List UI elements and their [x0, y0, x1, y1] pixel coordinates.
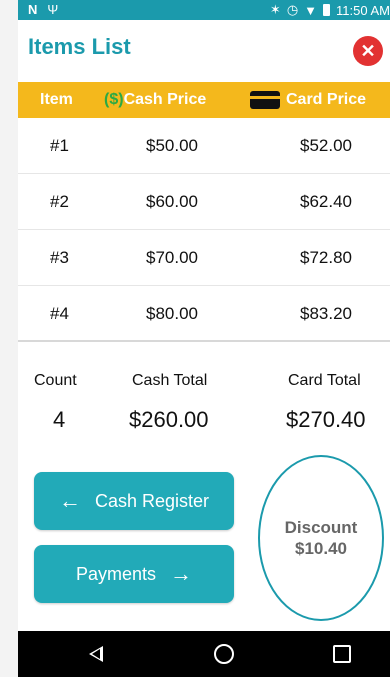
row-card-price: $72.80 — [300, 248, 352, 267]
cash-total-label: Cash Total — [132, 372, 208, 389]
wifi-icon: ▼ — [304, 2, 318, 18]
status-bar: N Ψ ✶ ◷ ▼ 11:50 AM — [18, 0, 390, 20]
count-label: Count — [34, 372, 77, 389]
usb-icon: Ψ — [47, 2, 59, 17]
close-button[interactable]: ✕ — [353, 36, 383, 66]
row-cash-price: $70.00 — [146, 248, 198, 267]
row-cash-price: $50.00 — [146, 136, 198, 155]
row-item: #2 — [50, 192, 69, 211]
arrow-left-icon: ← — [58, 488, 81, 513]
divider — [18, 340, 390, 342]
card-total-label: Card Total — [288, 372, 361, 389]
header-item: Item — [40, 91, 73, 108]
n-icon: N — [28, 2, 38, 17]
cash-total-value: $260.00 — [129, 407, 209, 432]
recents-icon — [333, 645, 351, 663]
table-row[interactable]: #2 $60.00 $62.40 — [18, 174, 390, 230]
alarm-icon: ◷ — [286, 2, 299, 17]
back-icon — [89, 646, 103, 662]
table-row[interactable]: #1 $50.00 $52.00 — [18, 118, 390, 174]
count-value: 4 — [53, 407, 66, 432]
discount-amount: $10.40 — [295, 539, 347, 558]
payments-label: Payments — [75, 563, 157, 584]
discount-label: Discount — [284, 518, 358, 537]
battery-icon — [323, 4, 331, 16]
table-row[interactable]: #3 $70.00 $72.80 — [18, 230, 390, 286]
header-cash-price: ($)Cash Price — [104, 91, 206, 109]
cash-register-label: Cash Register — [94, 490, 210, 511]
row-item: #4 — [50, 304, 69, 323]
bluetooth-icon: ✶ — [269, 2, 281, 17]
table-header: Item ($)Cash Price Card Price — [18, 82, 390, 118]
status-right-icons: ✶ ◷ ▼ 11:50 AM — [270, 2, 390, 18]
app-screen: N Ψ ✶ ◷ ▼ 11:50 AM Items List ✕ Item ($)… — [18, 0, 390, 677]
row-cash-price: $60.00 — [146, 192, 198, 211]
home-button[interactable] — [204, 639, 244, 669]
credit-card-icon — [250, 91, 280, 109]
page-title: Items List — [28, 34, 131, 59]
arrow-right-icon: → — [170, 561, 193, 586]
payments-button[interactable]: Payments → — [34, 545, 234, 603]
status-time: 11:50 AM — [336, 2, 390, 18]
row-card-price: $83.20 — [300, 304, 352, 323]
title-bar: Items List ✕ — [18, 20, 390, 66]
home-icon — [214, 644, 234, 664]
table-row[interactable]: #4 $80.00 $83.20 — [18, 286, 390, 342]
header-cash-label: Cash Price — [123, 91, 207, 108]
navigation-bar — [18, 631, 390, 677]
cash-symbol: ($) — [104, 91, 124, 108]
discount-button[interactable]: Discount $10.40 — [258, 455, 384, 621]
row-card-price: $62.40 — [300, 192, 352, 211]
close-icon: ✕ — [360, 40, 376, 61]
card-total-value: $270.40 — [286, 407, 366, 432]
recents-button[interactable] — [322, 639, 362, 669]
row-card-price: $52.00 — [300, 136, 352, 155]
header-card-price: Card Price — [250, 91, 366, 109]
header-card-label: Card Price — [286, 91, 367, 108]
cash-register-button[interactable]: ← Cash Register — [34, 472, 234, 530]
status-left-icons: N Ψ — [28, 2, 58, 17]
row-item: #1 — [50, 136, 69, 155]
row-cash-price: $80.00 — [146, 304, 198, 323]
back-button[interactable] — [76, 639, 116, 669]
row-item: #3 — [50, 248, 69, 267]
